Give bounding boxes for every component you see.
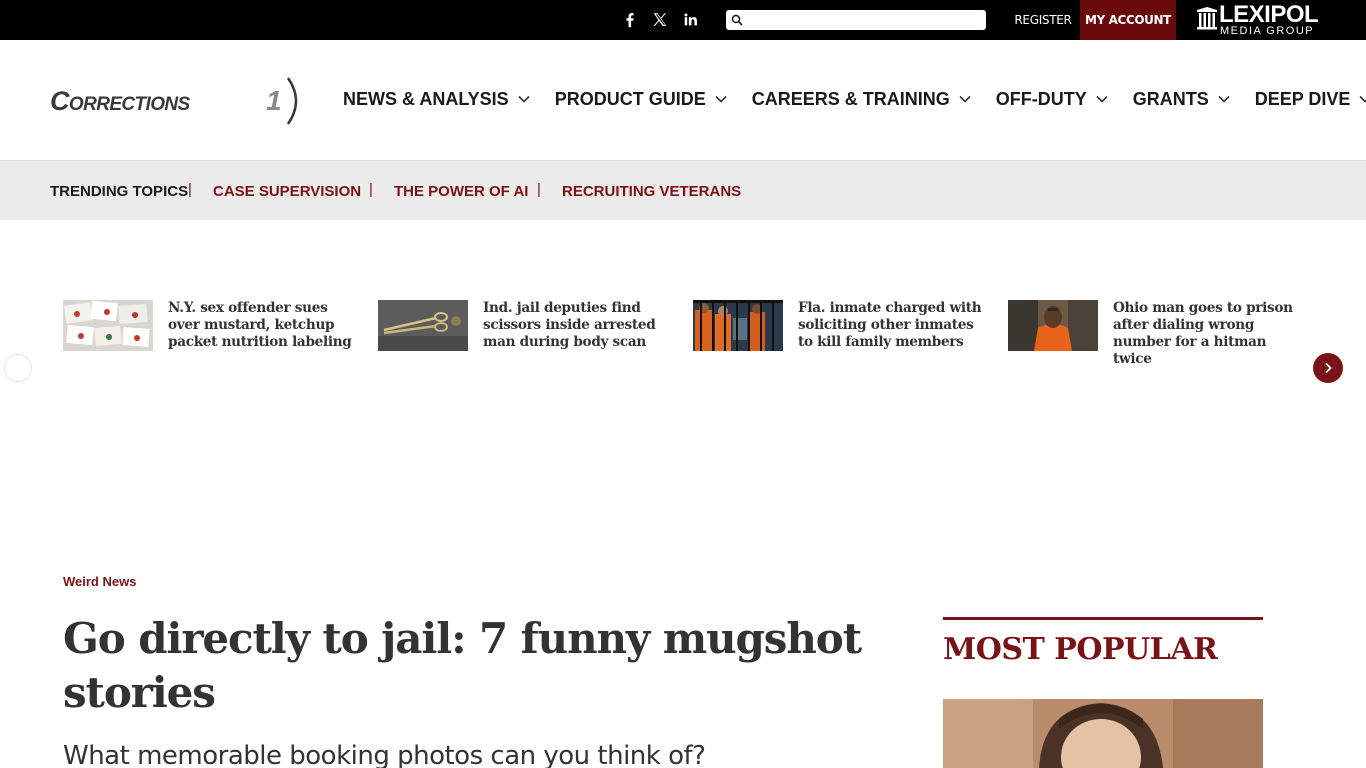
card-headline: Ind. jail deputies find scissors inside … — [483, 300, 656, 350]
lexipol-logo[interactable]: LEXIPOL MEDIA GROUP — [1194, 1, 1324, 37]
trending-link-recruiting-veterans[interactable]: RECRUITING VETERANS — [562, 183, 741, 200]
trending-divider: | — [369, 181, 373, 198]
card-headline: N.Y. sex offender sues over mustard, ket… — [168, 300, 352, 350]
article-title: Go directly to jail: 7 funny mugshot sto… — [63, 614, 862, 717]
nav-product-guide[interactable]: PRODUCT GUIDE — [555, 89, 727, 110]
nav-deep-dive[interactable]: DEEP DIVE — [1255, 89, 1366, 110]
nav-grants[interactable]: GRANTS — [1133, 89, 1230, 110]
logo-text: Corrections — [50, 86, 190, 116]
most-popular-heading: MOST POPULAR — [943, 632, 1218, 667]
search-icon[interactable] — [731, 14, 743, 26]
chevron-down-icon — [518, 95, 530, 103]
chevron-down-icon — [1218, 95, 1230, 103]
trending-link-power-of-ai[interactable]: THE POWER OF AI — [394, 183, 528, 200]
carousel-card[interactable]: Ohio man goes to prison after dialing wr… — [1008, 300, 1308, 367]
linkedin-icon[interactable] — [681, 10, 701, 30]
facebook-icon[interactable] — [620, 10, 640, 30]
chevron-right-icon — [1325, 362, 1332, 374]
carousel-card[interactable]: N.Y. sex offender sues over mustard, ket… — [63, 300, 363, 360]
trending-divider: | — [537, 181, 541, 198]
my-account-button[interactable]: MY ACCOUNT — [1080, 0, 1176, 40]
top-bar: REGISTER MY ACCOUNT LEXIPOL MEDIA GROUP — [0, 0, 1366, 40]
card-headline: Ohio man goes to prison after dialing wr… — [1113, 300, 1293, 367]
carousel-card[interactable]: Ind. jail deputies find scissors inside … — [378, 300, 678, 360]
nav-careers-training[interactable]: CAREERS & TRAINING — [752, 89, 971, 110]
corrections1-logo[interactable]: Corrections 1 — [50, 76, 305, 126]
nav-label: OFF-DUTY — [995, 88, 1087, 109]
nav-label: CAREERS & TRAINING — [751, 88, 950, 109]
chevron-down-icon — [1096, 95, 1108, 103]
carousel-next-button[interactable] — [1313, 353, 1343, 383]
x-icon[interactable] — [650, 10, 670, 30]
logo-arc-icon — [286, 77, 298, 125]
nav-off-duty[interactable]: OFF-DUTY — [996, 89, 1108, 110]
card-thumbnail — [1008, 300, 1098, 351]
search-box — [726, 10, 986, 30]
card-thumbnail — [63, 300, 153, 351]
search-input[interactable] — [746, 10, 982, 30]
most-popular-image[interactable] — [943, 699, 1263, 768]
nav-label: NEWS & ANALYSIS — [343, 88, 509, 109]
chevron-down-icon — [715, 95, 727, 103]
card-headline: Fla. inmate charged with soliciting othe… — [798, 300, 982, 350]
nav-news-analysis[interactable]: NEWS & ANALYSIS — [343, 89, 530, 110]
article-category[interactable]: Weird News — [63, 574, 136, 589]
nav-label: PRODUCT GUIDE — [554, 88, 706, 109]
trending-topics-bar: TRENDING TOPICS | CASE SUPERVISION | THE… — [0, 160, 1366, 220]
nav-label: GRANTS — [1132, 88, 1209, 109]
card-thumbnail — [378, 300, 468, 351]
chevron-down-icon — [959, 95, 971, 103]
logo-number: 1 — [266, 85, 282, 116]
trending-link-case-supervision[interactable]: CASE SUPERVISION — [213, 183, 361, 200]
most-popular-rule — [943, 617, 1263, 620]
carousel-card[interactable]: Fla. inmate charged with soliciting othe… — [693, 300, 993, 360]
card-thumbnail — [693, 300, 783, 351]
chevron-down-icon — [1359, 95, 1366, 103]
nav-label: DEEP DIVE — [1254, 88, 1351, 109]
register-link[interactable]: REGISTER — [1006, 0, 1080, 40]
lexipol-pillar-icon — [1197, 7, 1217, 30]
lexipol-brand-sub: MEDIA GROUP — [1220, 25, 1315, 37]
carousel-prev-button[interactable] — [4, 354, 32, 382]
main-nav: NEWS & ANALYSIS PRODUCT GUIDE CAREERS & … — [343, 86, 1366, 112]
trending-divider: | — [188, 181, 192, 198]
trending-label: TRENDING TOPICS — [50, 183, 189, 200]
article-subtitle: What memorable booking photos can you th… — [63, 741, 706, 768]
